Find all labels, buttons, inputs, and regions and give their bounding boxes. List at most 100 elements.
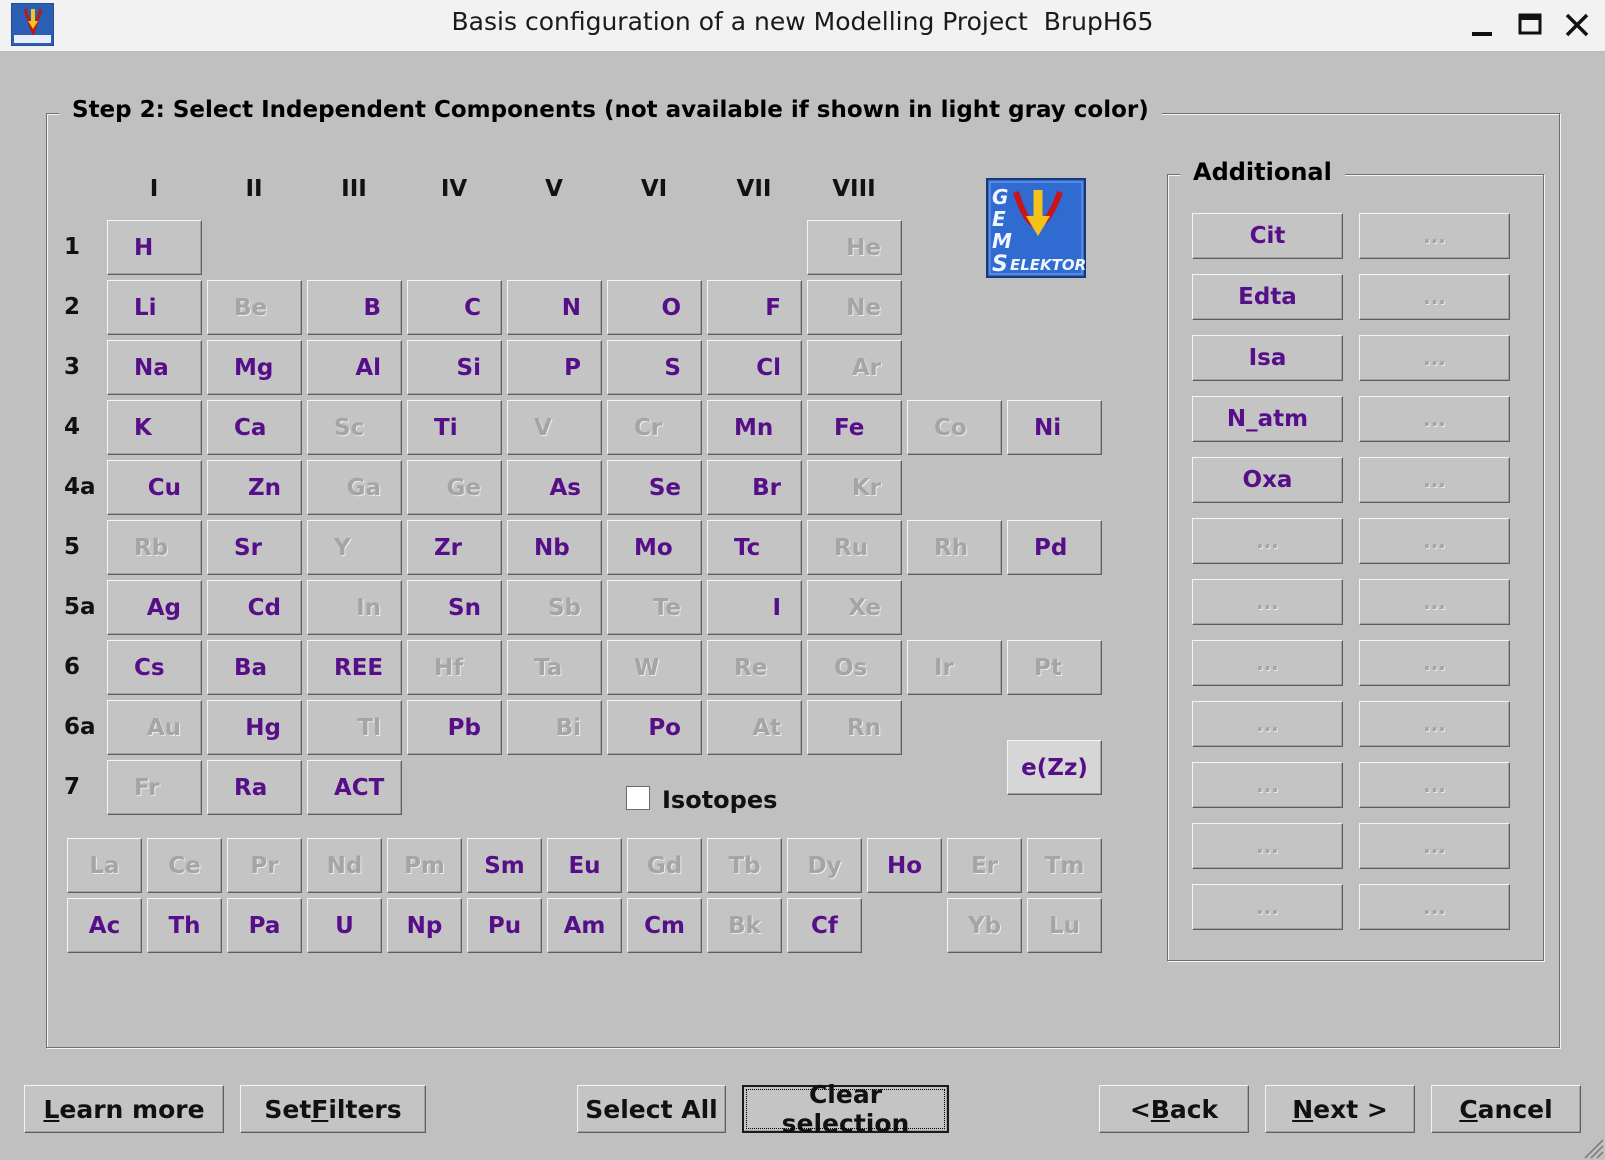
element-button-ru[interactable]: Ru [807, 520, 902, 575]
element-button-n[interactable]: N [507, 280, 602, 335]
element-button-ba[interactable]: Ba [207, 640, 302, 695]
element-button-tb[interactable]: Tb [707, 838, 782, 893]
next-button[interactable]: Next > [1265, 1085, 1415, 1133]
element-button-ne[interactable]: Ne [807, 280, 902, 335]
additional-empty-button[interactable]: ... [1359, 579, 1510, 625]
element-button-hg[interactable]: Hg [207, 700, 302, 755]
element-button-he[interactable]: He [807, 220, 902, 275]
element-button-re[interactable]: Re [707, 640, 802, 695]
element-button-tc[interactable]: Tc [707, 520, 802, 575]
additional-button-oxa[interactable]: Oxa [1192, 457, 1343, 503]
element-button-np[interactable]: Np [387, 898, 462, 953]
cancel-button[interactable]: Cancel [1431, 1085, 1581, 1133]
element-button-kr[interactable]: Kr [807, 460, 902, 515]
element-button-mn[interactable]: Mn [707, 400, 802, 455]
element-button-tm[interactable]: Tm [1027, 838, 1102, 893]
element-button-mo[interactable]: Mo [607, 520, 702, 575]
additional-empty-button[interactable]: ... [1359, 457, 1510, 503]
element-button-ta[interactable]: Ta [507, 640, 602, 695]
additional-empty-button[interactable]: ... [1192, 579, 1343, 625]
element-button-eu[interactable]: Eu [547, 838, 622, 893]
additional-empty-button[interactable]: ... [1359, 213, 1510, 259]
element-button-pa[interactable]: Pa [227, 898, 302, 953]
element-button-bi[interactable]: Bi [507, 700, 602, 755]
element-button-ga[interactable]: Ga [307, 460, 402, 515]
additional-empty-button[interactable]: ... [1359, 396, 1510, 442]
additional-button-isa[interactable]: Isa [1192, 335, 1343, 381]
element-button-rh[interactable]: Rh [907, 520, 1002, 575]
element-button-v[interactable]: V [507, 400, 602, 455]
element-button-at[interactable]: At [707, 700, 802, 755]
set-filters-button[interactable]: Set Filters [240, 1085, 426, 1133]
element-button-ir[interactable]: Ir [907, 640, 1002, 695]
element-button-ca[interactable]: Ca [207, 400, 302, 455]
element-button-y[interactable]: Y [307, 520, 402, 575]
element-button-be[interactable]: Be [207, 280, 302, 335]
element-button-mg[interactable]: Mg [207, 340, 302, 395]
element-button-se[interactable]: Se [607, 460, 702, 515]
element-button-pd[interactable]: Pd [1007, 520, 1102, 575]
element-button-yb[interactable]: Yb [947, 898, 1022, 953]
element-button-te[interactable]: Te [607, 580, 702, 635]
element-button-er[interactable]: Er [947, 838, 1022, 893]
element-button-cf[interactable]: Cf [787, 898, 862, 953]
element-button-na[interactable]: Na [107, 340, 202, 395]
learn-more-button[interactable]: Learn more [24, 1085, 224, 1133]
element-button-sb[interactable]: Sb [507, 580, 602, 635]
maximize-icon[interactable] [1513, 8, 1547, 42]
element-button-au[interactable]: Au [107, 700, 202, 755]
element-button-o[interactable]: O [607, 280, 702, 335]
element-button-ge[interactable]: Ge [407, 460, 502, 515]
element-button-hf[interactable]: Hf [407, 640, 502, 695]
element-button-pu[interactable]: Pu [467, 898, 542, 953]
element-button-cr[interactable]: Cr [607, 400, 702, 455]
element-button-pr[interactable]: Pr [227, 838, 302, 893]
element-button-ce[interactable]: Ce [147, 838, 222, 893]
element-button-s[interactable]: S [607, 340, 702, 395]
element-button-sn[interactable]: Sn [407, 580, 502, 635]
element-button-ar[interactable]: Ar [807, 340, 902, 395]
element-button-nb[interactable]: Nb [507, 520, 602, 575]
additional-empty-button[interactable]: ... [1192, 884, 1343, 930]
element-button-am[interactable]: Am [547, 898, 622, 953]
element-button-as[interactable]: As [507, 460, 602, 515]
element-button-act[interactable]: ACT [307, 760, 402, 815]
isotopes-checkbox[interactable] [626, 786, 650, 810]
element-button-co[interactable]: Co [907, 400, 1002, 455]
additional-empty-button[interactable]: ... [1192, 518, 1343, 564]
minimize-icon[interactable] [1466, 8, 1500, 42]
element-button-c[interactable]: C [407, 280, 502, 335]
additional-empty-button[interactable]: ... [1192, 640, 1343, 686]
element-button-os[interactable]: Os [807, 640, 902, 695]
element-button-ti[interactable]: Ti [407, 400, 502, 455]
element-button-i[interactable]: I [707, 580, 802, 635]
element-button-pb[interactable]: Pb [407, 700, 502, 755]
element-button-b[interactable]: B [307, 280, 402, 335]
element-button-nd[interactable]: Nd [307, 838, 382, 893]
additional-button-cit[interactable]: Cit [1192, 213, 1343, 259]
element-button-rb[interactable]: Rb [107, 520, 202, 575]
element-button-al[interactable]: Al [307, 340, 402, 395]
element-button-gd[interactable]: Gd [627, 838, 702, 893]
element-button-sc[interactable]: Sc [307, 400, 402, 455]
element-button-si[interactable]: Si [407, 340, 502, 395]
element-button-pt[interactable]: Pt [1007, 640, 1102, 695]
element-button-ho[interactable]: Ho [867, 838, 942, 893]
additional-button-edta[interactable]: Edta [1192, 274, 1343, 320]
element-button-ag[interactable]: Ag [107, 580, 202, 635]
element-button-p[interactable]: P [507, 340, 602, 395]
element-button-th[interactable]: Th [147, 898, 222, 953]
element-button-xe[interactable]: Xe [807, 580, 902, 635]
element-button-tl[interactable]: Tl [307, 700, 402, 755]
element-button-cl[interactable]: Cl [707, 340, 802, 395]
element-button-po[interactable]: Po [607, 700, 702, 755]
element-button-pm[interactable]: Pm [387, 838, 462, 893]
element-button-u[interactable]: U [307, 898, 382, 953]
additional-empty-button[interactable]: ... [1359, 274, 1510, 320]
clear-selection-button[interactable]: Clear selection [742, 1080, 949, 1138]
element-button-k[interactable]: K [107, 400, 202, 455]
element-button-f[interactable]: F [707, 280, 802, 335]
additional-empty-button[interactable]: ... [1359, 640, 1510, 686]
element-button-li[interactable]: Li [107, 280, 202, 335]
element-button-lu[interactable]: Lu [1027, 898, 1102, 953]
